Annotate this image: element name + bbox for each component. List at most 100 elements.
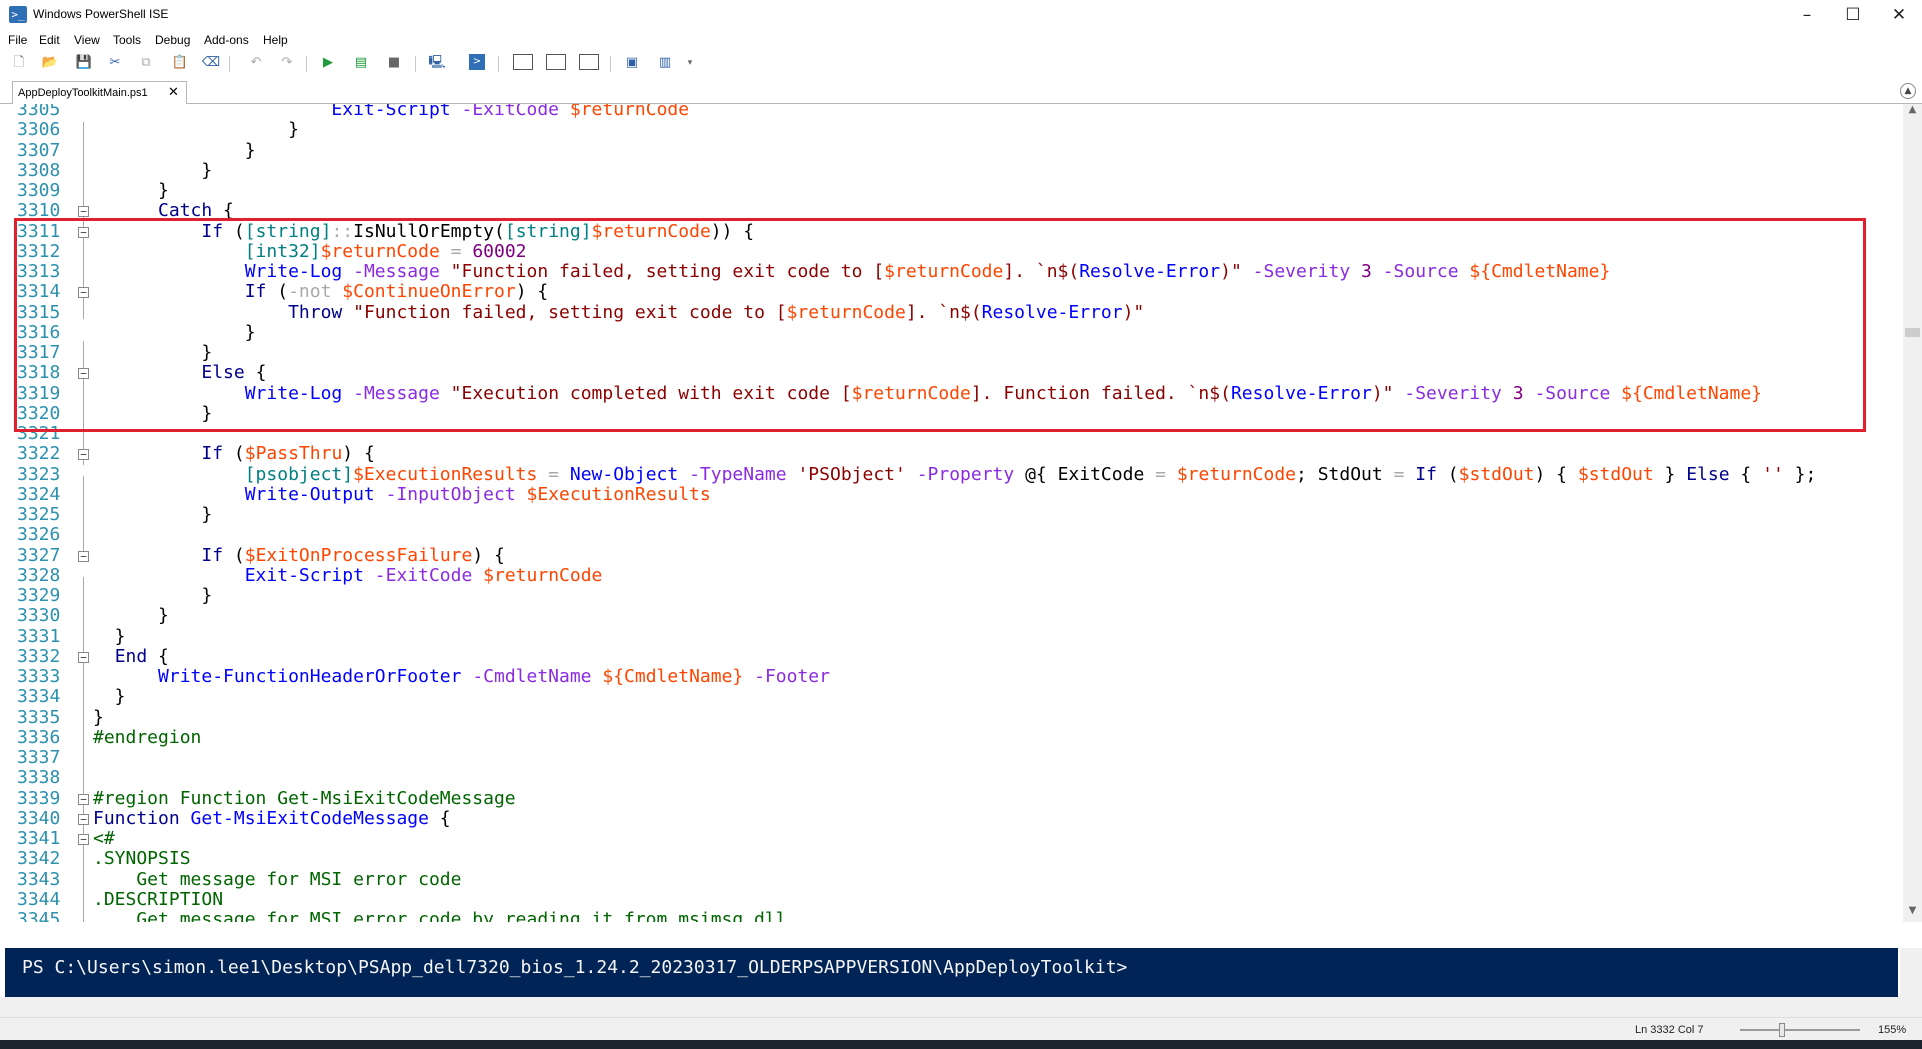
code-line[interactable]: 3320 }: [0, 403, 1903, 424]
code-line[interactable]: 3329 }: [0, 586, 1903, 606]
code-line[interactable]: 3309 }: [0, 181, 1903, 201]
collapse-region-icon[interactable]: −: [78, 368, 89, 380]
console-horizontal-scrollbar[interactable]: [0, 997, 1922, 1017]
show-script-max-icon[interactable]: [579, 54, 599, 70]
code-line[interactable]: 3323 [psobject]$ExecutionResults = New-O…: [0, 464, 1903, 485]
code-text: Else {: [93, 363, 266, 383]
script-editor[interactable]: 3305 Exit-Script -ExitCode $returnCode 33…: [0, 104, 1903, 922]
collapse-region-icon[interactable]: −: [78, 651, 89, 663]
redo-icon[interactable]: ↷: [277, 54, 297, 72]
code-line[interactable]: 3305 Exit-Script -ExitCode $returnCode: [0, 104, 1903, 120]
collapse-script-pane-icon[interactable]: ▲: [1900, 83, 1916, 99]
menu-debug[interactable]: Debug: [155, 33, 190, 47]
code-line[interactable]: 3321: [0, 424, 1903, 444]
scroll-down-icon[interactable]: ▼: [1903, 905, 1922, 922]
show-console-icon[interactable]: ▣: [622, 54, 642, 72]
code-line[interactable]: 3313 Write-Log -Message "Function failed…: [0, 262, 1903, 282]
new-remote-tab-icon[interactable]: 🖳: [427, 54, 447, 72]
collapse-region-icon[interactable]: −: [78, 449, 89, 461]
menu-file[interactable]: File: [8, 33, 27, 47]
paste-icon[interactable]: 📋: [170, 54, 190, 72]
line-number: 3325: [17, 504, 61, 525]
code-line[interactable]: 3325 }: [0, 505, 1903, 525]
zoom-slider-thumb[interactable]: [1779, 1023, 1785, 1037]
show-commands-icon[interactable]: ▥: [655, 54, 675, 72]
code-line[interactable]: 3328 Exit-Script -ExitCode $returnCode: [0, 564, 1903, 586]
tab-appdeploytoolkitmain[interactable]: AppDeployToolkitMain.ps1 ✕: [12, 81, 187, 105]
collapse-region-icon[interactable]: −: [78, 287, 89, 299]
menu-help[interactable]: Help: [263, 33, 288, 47]
start-powershell-icon[interactable]: >: [469, 54, 485, 70]
code-line[interactable]: 3331 }: [0, 626, 1903, 647]
menu-edit[interactable]: Edit: [39, 33, 60, 47]
scroll-up-icon[interactable]: ▲: [1903, 104, 1922, 121]
zoom-slider[interactable]: [1740, 1029, 1860, 1031]
code-token: ${CmdletName}: [1469, 261, 1611, 282]
collapse-region-icon[interactable]: −: [78, 550, 89, 562]
code-line[interactable]: 3312 [int32]$returnCode = 60002: [0, 241, 1903, 262]
code-line[interactable]: 3322 − If ($PassThru) {: [0, 444, 1903, 464]
code-line[interactable]: 3337: [0, 748, 1903, 768]
tab-close-icon[interactable]: ✕: [168, 85, 179, 100]
code-line[interactable]: 3314 − If (-not $ContinueOnError) {: [0, 282, 1903, 302]
collapse-region-icon[interactable]: −: [78, 834, 89, 845]
code-line[interactable]: 3317 }: [0, 343, 1903, 363]
close-button[interactable]: ✕: [1876, 0, 1922, 30]
code-token: $returnCode: [483, 564, 603, 586]
show-script-top-icon[interactable]: [513, 54, 533, 70]
stop-icon[interactable]: ■: [384, 54, 404, 72]
code-line[interactable]: 3311− If ([string]::IsNullOrEmpty([strin…: [0, 221, 1903, 242]
new-file-icon[interactable]: 🗋: [9, 54, 29, 72]
menu-add-ons[interactable]: Add-ons: [204, 33, 249, 47]
copy-icon[interactable]: ⧉: [136, 54, 156, 72]
collapse-region-icon[interactable]: −: [78, 206, 89, 218]
code-line[interactable]: 3326: [0, 525, 1903, 545]
run-selection-icon[interactable]: ▤: [351, 54, 371, 72]
collapse-region-icon[interactable]: −: [78, 226, 89, 238]
code-line[interactable]: 3310 − Catch {: [0, 201, 1903, 221]
scrollbar-thumb[interactable]: [1905, 328, 1920, 337]
toolbar-overflow-icon[interactable]: ▾: [680, 54, 700, 72]
toolbar-separator: [498, 56, 499, 72]
code-line[interactable]: 3324 Write-Output -InputObject $Executio…: [0, 484, 1903, 505]
console-output[interactable]: PS C:\Users\simon.lee1\Desktop\PSApp_del…: [5, 948, 1898, 997]
code-line[interactable]: 3334 }: [0, 687, 1903, 707]
code-line[interactable]: 3338: [0, 768, 1903, 788]
code-line[interactable]: 3327 − If ($ExitOnProcessFailure) {: [0, 545, 1903, 566]
code-line[interactable]: 3339 − #region Function Get-MsiExitCodeMes…: [0, 788, 1903, 809]
code-line[interactable]: 3341 − <#: [0, 829, 1903, 849]
code-line[interactable]: 3319 Write-Log -Message "Execution compl…: [0, 383, 1903, 404]
code-line[interactable]: 3318 − Else {: [0, 363, 1903, 383]
collapse-region-icon[interactable]: −: [78, 813, 89, 825]
run-icon[interactable]: ▶: [318, 54, 338, 72]
clear-icon[interactable]: ⌫: [201, 54, 221, 72]
code-line[interactable]: 3345 Get message for MSI error code by r…: [0, 910, 1903, 923]
code-line[interactable]: 3336 #endregion: [0, 727, 1903, 748]
code-line[interactable]: 3333 Write-FunctionHeaderOrFooter -Cmdle…: [0, 667, 1903, 687]
code-line[interactable]: 3335}: [0, 707, 1903, 728]
open-file-icon[interactable]: 📂: [40, 54, 60, 72]
menu-tools[interactable]: Tools: [113, 33, 141, 47]
editor-vertical-scrollbar[interactable]: ▲ ▼: [1903, 104, 1922, 922]
code-line[interactable]: 3340 − Function Get-MsiExitCodeMessage {: [0, 808, 1903, 829]
code-line[interactable]: 3316 }: [0, 322, 1903, 343]
collapse-region-icon[interactable]: −: [78, 793, 89, 805]
code-line[interactable]: 3307 }: [0, 140, 1903, 161]
code-line[interactable]: 3306 }: [0, 120, 1903, 140]
code-line[interactable]: 3308 }: [0, 160, 1903, 181]
undo-icon[interactable]: ↶: [246, 54, 266, 72]
save-icon[interactable]: 💾: [74, 54, 94, 72]
code-line[interactable]: 3315 Throw "Function failed, setting exi…: [0, 302, 1903, 323]
code-line[interactable]: 3344 .DESCRIPTION: [0, 889, 1903, 910]
maximize-button[interactable]: ☐: [1830, 0, 1876, 30]
cut-icon[interactable]: ✂: [105, 54, 125, 72]
minimize-button[interactable]: –: [1784, 0, 1830, 30]
code-line[interactable]: 3343 Get message for MSI error code: [0, 869, 1903, 890]
code-line[interactable]: 3330 }: [0, 606, 1903, 626]
code-line[interactable]: 3342 .SYNOPSIS: [0, 849, 1903, 869]
code-line[interactable]: 3332 − End {: [0, 646, 1903, 667]
menu-view[interactable]: View: [74, 33, 100, 47]
show-script-right-icon[interactable]: [546, 54, 566, 70]
console-vertical-scrollbar[interactable]: [1900, 948, 1922, 997]
